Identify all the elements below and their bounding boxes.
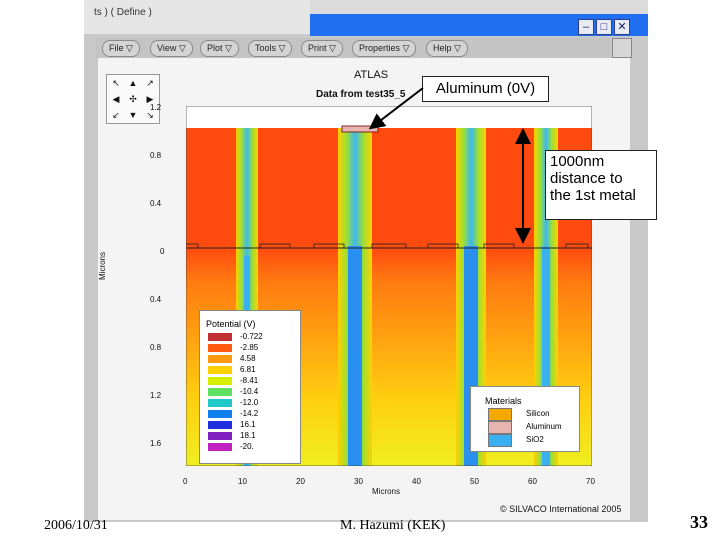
distance-callout-line-1: 1000nm (550, 153, 605, 170)
aluminum-arrow (368, 87, 424, 130)
distance-callout-line-3: the 1st metal (550, 187, 636, 204)
distance-callout: 1000nm distance to the 1st metal (545, 150, 657, 220)
distance-callout-line-2: distance to (550, 170, 623, 187)
callout-arrows (368, 87, 531, 244)
footer-author: M. Hazumi (KEK) (340, 518, 446, 533)
footer-date: 2006/10/31 (44, 518, 108, 533)
page-number: 33 (690, 512, 708, 532)
